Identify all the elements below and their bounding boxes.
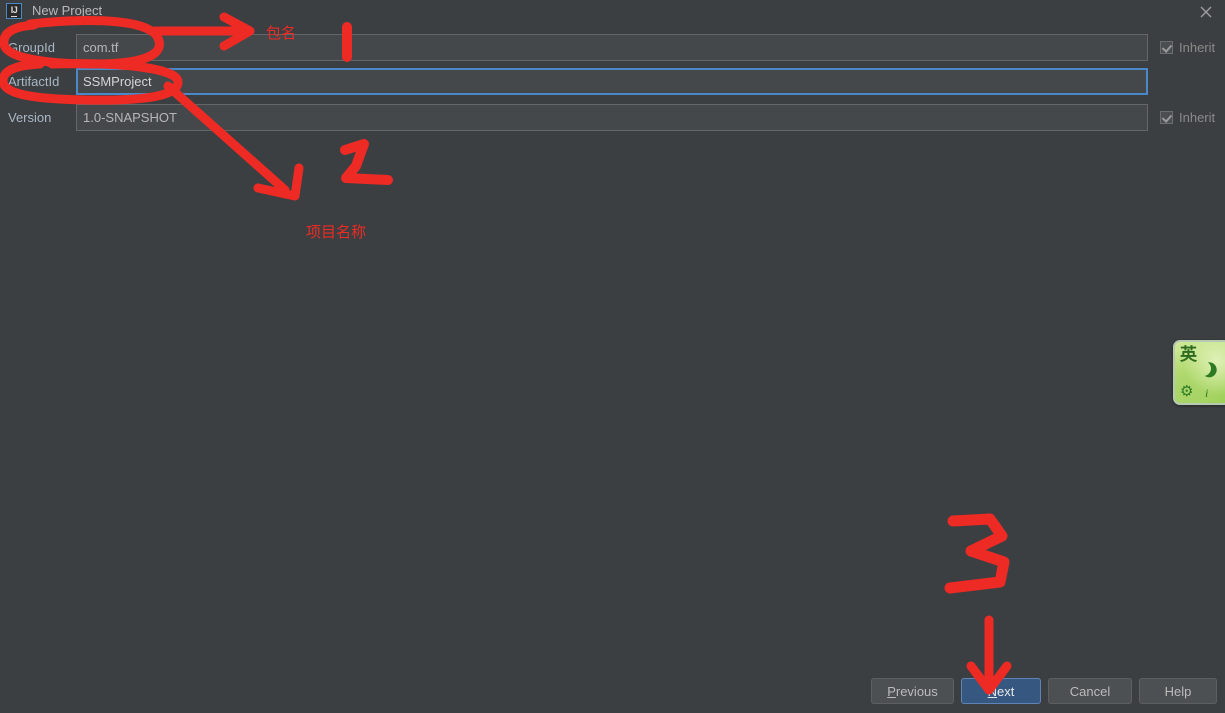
ime-floating-toolbar[interactable]: 英 ⚙ i bbox=[1173, 340, 1225, 405]
annotation-arrowhead-projectname bbox=[253, 163, 304, 201]
ime-mode-label[interactable]: 英 bbox=[1180, 346, 1197, 363]
previous-button-mnemonic: P bbox=[887, 683, 896, 699]
help-button[interactable]: Help bbox=[1139, 678, 1217, 704]
annotation-arrow-projectname bbox=[163, 81, 290, 195]
groupid-inherit-label: Inherit bbox=[1179, 40, 1216, 55]
version-label: Version bbox=[8, 110, 52, 125]
gear-icon[interactable]: ⚙ bbox=[1180, 384, 1193, 399]
next-button[interactable]: Next bbox=[961, 678, 1041, 704]
version-inherit-label: Inherit bbox=[1179, 110, 1216, 125]
annotation-marker-two bbox=[340, 139, 393, 185]
artifactid-label: ArtifactId bbox=[8, 74, 60, 89]
cancel-button[interactable]: Cancel bbox=[1048, 678, 1132, 704]
groupid-input[interactable]: com.tf bbox=[76, 34, 1148, 61]
new-project-dialog: IJ New Project GroupId com.tf Inherit Ar… bbox=[0, 0, 1225, 713]
version-input[interactable]: 1.0-SNAPSHOT bbox=[76, 104, 1148, 131]
intellij-idea-icon: IJ bbox=[6, 3, 22, 19]
window-title: New Project bbox=[32, 3, 103, 18]
i-icon[interactable]: i bbox=[1205, 386, 1208, 401]
annotation-label-packagename: 包名 bbox=[266, 25, 297, 42]
artifactid-input[interactable]: SSMProject bbox=[76, 68, 1148, 95]
annotation-marker-three bbox=[944, 513, 1010, 594]
next-button-mnemonic: N bbox=[987, 683, 998, 699]
close-icon[interactable] bbox=[1195, 2, 1217, 22]
groupid-label: GroupId bbox=[8, 40, 55, 55]
dialog-button-bar: Previous Next Cancel Help bbox=[0, 678, 1225, 713]
version-inherit-checkbox-group[interactable]: Inherit bbox=[1160, 104, 1215, 131]
groupid-inherit-checkbox[interactable] bbox=[1160, 41, 1173, 54]
app-icon-text: IJ bbox=[10, 4, 18, 17]
title-bar: IJ New Project bbox=[0, 0, 1225, 22]
annotation-label-projectname: 项目名称 bbox=[306, 224, 367, 241]
previous-button-label: revious bbox=[895, 683, 938, 699]
groupid-inherit-checkbox-group[interactable]: Inherit bbox=[1160, 34, 1215, 61]
previous-button[interactable]: Previous bbox=[871, 678, 954, 704]
next-button-label: ext bbox=[997, 683, 1015, 699]
version-inherit-checkbox[interactable] bbox=[1160, 111, 1173, 124]
